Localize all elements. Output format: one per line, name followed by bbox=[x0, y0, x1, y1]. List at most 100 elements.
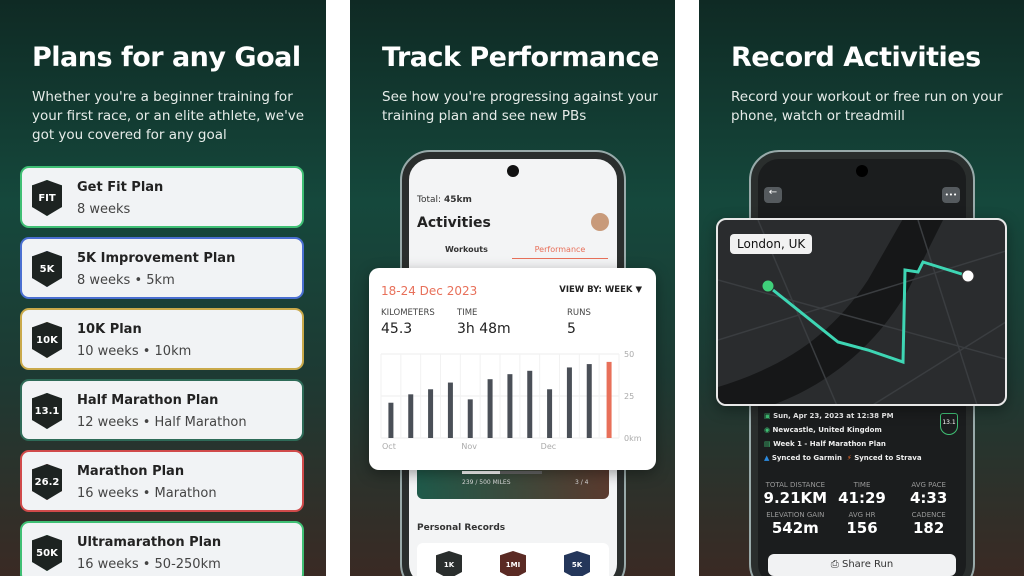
route-map[interactable]: London, UK bbox=[716, 218, 1007, 406]
chart-bar bbox=[408, 394, 414, 438]
plan-meta: 16 weeks • Marathon bbox=[77, 486, 217, 501]
chart-bar bbox=[487, 379, 493, 438]
share-icon: ⎙ bbox=[830, 559, 839, 570]
panel-subtitle: See how you're progressing against your … bbox=[382, 89, 658, 124]
stat-value: 542m bbox=[771, 519, 819, 537]
y-tick-label: 50 bbox=[624, 350, 634, 359]
run-stat: TOTAL DISTANCE 9.21KM bbox=[762, 481, 829, 507]
activity-details: ▣ Sun, Apr 23, 2023 at 12:38 PM ◉ Newcas… bbox=[764, 409, 922, 465]
chart-bar bbox=[566, 367, 572, 438]
camera-notch bbox=[856, 165, 868, 177]
run-stat: AVG PACE 4:33 bbox=[895, 481, 962, 507]
start-marker bbox=[761, 279, 775, 293]
plan-title: 10K Plan bbox=[77, 322, 142, 337]
tab-performance[interactable]: Performance bbox=[512, 239, 608, 259]
calendar-icon: ▣ bbox=[764, 412, 771, 420]
chart-bar bbox=[527, 370, 533, 438]
half-marathon-badge: 13.1 bbox=[940, 413, 958, 435]
panel-title: Track Performance bbox=[382, 42, 659, 73]
avatar[interactable] bbox=[591, 213, 609, 231]
clipboard-icon: ▤ bbox=[764, 440, 771, 448]
stat-label: AVG PACE bbox=[911, 481, 946, 489]
chart-bar bbox=[606, 361, 612, 438]
chart-bar bbox=[388, 402, 394, 438]
plan-title: Ultramarathon Plan bbox=[77, 535, 222, 550]
tab-workouts[interactable]: Workouts bbox=[445, 245, 488, 254]
plan-badge-icon: 10K bbox=[32, 322, 62, 358]
x-tick-label: Nov bbox=[461, 442, 477, 451]
plan-card[interactable]: 26.2 Marathon Plan 16 weeks • Marathon bbox=[20, 450, 304, 512]
plan-title: Marathon Plan bbox=[77, 464, 185, 479]
stat-label: CADENCE bbox=[911, 511, 946, 519]
y-tick-label: 0km bbox=[624, 434, 642, 443]
plan-card[interactable]: 13.1 Half Marathon Plan 12 weeks • Half … bbox=[20, 379, 304, 441]
progress-fill bbox=[462, 471, 501, 474]
panel-subtitle: Record your workout or free run on your … bbox=[731, 89, 1003, 124]
plan-meta: 10 weeks • 10km bbox=[77, 344, 192, 359]
x-tick-label: Oct bbox=[382, 442, 396, 451]
run-stats: TOTAL DISTANCE 9.21KM TIME 41:29 AVG PACE 4:3… bbox=[762, 481, 962, 537]
chart-bar bbox=[428, 389, 434, 438]
panel-title: Plans for any Goal bbox=[32, 42, 301, 73]
panel-title: Record Activities bbox=[731, 42, 981, 73]
activity-date-text: Sun, Apr 23, 2023 at 12:38 PM bbox=[773, 412, 894, 420]
share-run-button[interactable]: ⎙ Share Run bbox=[768, 554, 956, 576]
garmin-sync: ▲ Synced to Garmin bbox=[764, 454, 842, 462]
screen-title: Activities bbox=[417, 215, 491, 231]
activity-date: ▣ Sun, Apr 23, 2023 at 12:38 PM bbox=[764, 409, 922, 423]
records-row: 1K 1MI 5K bbox=[417, 543, 609, 576]
progress-text: 239 / 500 MILES bbox=[462, 479, 511, 486]
plan-badge-icon: FIT bbox=[32, 180, 62, 216]
record-badge[interactable]: 1MI bbox=[500, 551, 526, 576]
progress-track bbox=[462, 471, 542, 474]
plan-card[interactable]: FIT Get Fit Plan 8 weeks bbox=[20, 166, 304, 228]
chart-bar bbox=[467, 399, 473, 438]
run-stat: AVG HR 156 bbox=[829, 511, 896, 537]
plan-badge-icon: 26.2 bbox=[32, 464, 62, 500]
run-stat: ELEVATION GAIN 542m bbox=[762, 511, 829, 537]
activity-location-text: Newcastle, United Kingdom bbox=[772, 426, 882, 434]
records-title: Personal Records bbox=[417, 523, 506, 533]
activity-location: ◉ Newcastle, United Kingdom bbox=[764, 423, 922, 437]
plan-meta: 12 weeks • Half Marathon bbox=[77, 415, 247, 430]
plan-meta: 8 weeks • 5km bbox=[77, 273, 175, 288]
x-tick-label: Dec bbox=[541, 442, 556, 451]
activity-plan: ▤ Week 1 - Half Marathon Plan bbox=[764, 437, 922, 451]
garmin-sync-text: Synced to Garmin bbox=[771, 454, 842, 462]
chart-bar bbox=[447, 382, 453, 438]
chart-bar bbox=[507, 374, 513, 438]
camera-notch bbox=[507, 165, 519, 177]
plan-card[interactable]: 50K Ultramarathon Plan 16 weeks • 50-250… bbox=[20, 521, 304, 576]
performance-card: 18-24 Dec 2023 VIEW BY: WEEK ▼ KILOMETER… bbox=[369, 268, 656, 470]
stat-value: 41:29 bbox=[838, 489, 886, 507]
chart-bar bbox=[547, 389, 553, 438]
back-arrow-icon[interactable]: ← bbox=[764, 187, 782, 203]
stat-value: 4:33 bbox=[910, 489, 948, 507]
plan-card[interactable]: 10K 10K Plan 10 weeks • 10km bbox=[20, 308, 304, 370]
plan-title: Get Fit Plan bbox=[77, 180, 164, 195]
panel-performance: Track Performance See how you're progres… bbox=[350, 0, 675, 576]
stat-label: AVG HR bbox=[848, 511, 876, 519]
total-value: 45km bbox=[443, 195, 472, 205]
plan-card[interactable]: 5K 5K Improvement Plan 8 weeks • 5km bbox=[20, 237, 304, 299]
strava-icon: ⚡ bbox=[846, 454, 852, 462]
more-icon[interactable]: ••• bbox=[942, 187, 960, 203]
total-label: Total: bbox=[417, 195, 442, 205]
plan-badge-icon: 5K bbox=[32, 251, 62, 287]
share-run-label: Share Run bbox=[841, 559, 894, 570]
plan-title: Half Marathon Plan bbox=[77, 393, 219, 408]
panel-plans: Plans for any Goal Whether you're a begi… bbox=[0, 0, 326, 576]
total-distance: Total: 45km bbox=[417, 195, 472, 205]
sync-row: ▲ Synced to Garmin ⚡ Synced to Strava bbox=[764, 451, 922, 465]
record-badge[interactable]: 5K bbox=[564, 551, 590, 576]
stat-value: 156 bbox=[846, 519, 878, 537]
record-badge[interactable]: 1K bbox=[436, 551, 462, 576]
run-stat: TIME 41:29 bbox=[829, 481, 896, 507]
finish-flag-icon bbox=[961, 269, 975, 283]
plan-badge-icon: 50K bbox=[32, 535, 62, 571]
panel-subtitle: Whether you're a beginner training for y… bbox=[32, 89, 305, 143]
strava-sync: ⚡ Synced to Strava bbox=[847, 454, 922, 462]
location-pin-icon: ◉ bbox=[764, 426, 771, 434]
y-tick-label: 25 bbox=[624, 392, 634, 401]
plan-title: 5K Improvement Plan bbox=[77, 251, 236, 266]
